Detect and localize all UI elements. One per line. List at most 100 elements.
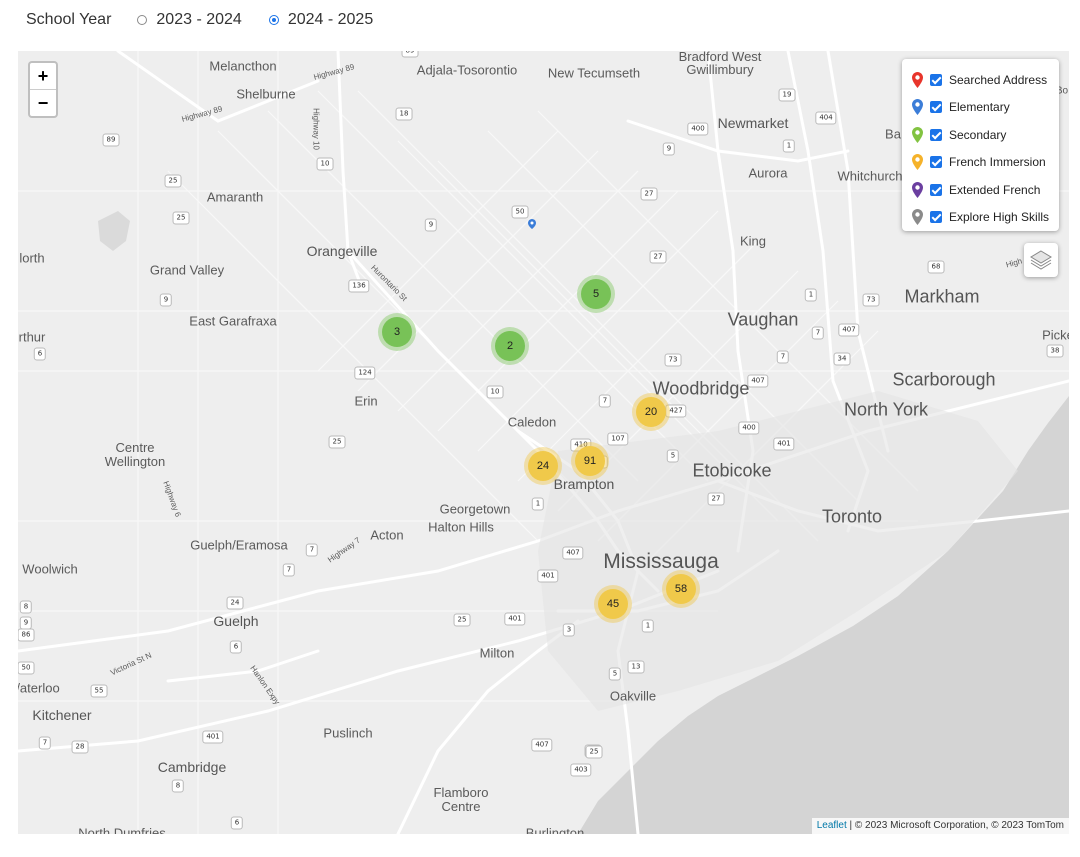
- leaflet-link[interactable]: Leaflet: [817, 820, 847, 831]
- city-label-cambridge: Cambridge: [157, 759, 227, 775]
- year-option-label: 2024 - 2025: [287, 11, 374, 28]
- extended-french-checkbox[interactable]: [930, 183, 942, 196]
- highway-shield: 13: [627, 660, 645, 674]
- city-label-north-york: North York: [843, 399, 929, 420]
- highway-shield: 50: [18, 661, 35, 675]
- city-label-grand-valley: Grand Valley: [149, 262, 225, 278]
- elementary-checkbox[interactable]: [930, 101, 942, 114]
- french-immersion-cluster[interactable]: 24: [524, 447, 562, 485]
- highway-shield: 136: [348, 279, 370, 293]
- french-immersion-cluster[interactable]: 58: [662, 570, 700, 608]
- gray-map-pin-icon: [912, 209, 923, 226]
- highway-shield: 28: [71, 740, 89, 754]
- city-label-woodbridge: Woodbridge: [652, 378, 750, 399]
- searched-address-checkbox[interactable]: [930, 73, 942, 86]
- highway-shield: 5: [666, 449, 680, 463]
- year-option-2024-2025[interactable]: 2024 - 2025: [268, 11, 374, 29]
- year-radio-2023-2024[interactable]: [137, 15, 148, 25]
- highway-shield: 1: [782, 139, 796, 153]
- secondary-checkbox[interactable]: [930, 128, 942, 141]
- city-label-east-garafraxa: East Garafraxa: [189, 313, 277, 329]
- cluster-count: 2: [495, 331, 525, 361]
- legend-item-explore-high-skills[interactable]: Explore High Skills: [912, 204, 1059, 232]
- yellow-map-pin-icon: [912, 154, 923, 171]
- city-label-north: lorth: [19, 250, 45, 266]
- highway-shield: 3: [562, 623, 576, 637]
- highway-shield: 401: [202, 730, 224, 744]
- red-map-pin-icon: [912, 71, 923, 88]
- green-map-pin-icon: [912, 126, 923, 143]
- city-label-aurora: Aurora: [748, 165, 788, 181]
- legend-item-searched-address[interactable]: Searched Address: [912, 66, 1059, 94]
- highway-shield: 19: [778, 88, 796, 102]
- city-label-north-dumfries: North Dumfries: [78, 825, 166, 835]
- highway-shield: 25: [585, 745, 603, 759]
- elementary-school-pin[interactable]: [528, 219, 536, 229]
- french-immersion-cluster[interactable]: 91: [571, 442, 609, 480]
- school-map[interactable]: Melancthon Shelburne Adjala-Tosorontio N…: [18, 51, 1069, 834]
- highway-shield: 50: [511, 205, 529, 219]
- city-label-adjala-tosorontio: Adjala-Tosorontio: [416, 62, 518, 78]
- city-label-etobicoke: Etobicoke: [692, 460, 772, 481]
- city-label-king: King: [739, 233, 767, 249]
- city-label-whitchurch: Whitchurch: [837, 168, 903, 184]
- year-option-2023-2024[interactable]: 2023 - 2024: [137, 11, 242, 29]
- city-label-bradford-west-gwillimbury: Bradford West Gwillimbury: [678, 51, 762, 77]
- highway-shield: 34: [833, 352, 851, 366]
- legend-item-french-immersion[interactable]: French Immersion: [912, 149, 1059, 177]
- highway-shield: 404: [815, 111, 837, 125]
- legend-item-elementary[interactable]: Elementary: [912, 94, 1059, 122]
- highway-shield: 407: [838, 323, 860, 337]
- zoom-in-button[interactable]: +: [30, 63, 56, 89]
- french-immersion-checkbox[interactable]: [930, 156, 942, 169]
- highway-shield: 89: [102, 133, 120, 147]
- highway-shield: 55: [90, 684, 108, 698]
- city-label-arthur: rthur: [18, 329, 46, 345]
- highway-shield: 407: [747, 374, 769, 388]
- secondary-school-cluster[interactable]: 2: [491, 327, 529, 365]
- highway-shield: 7: [598, 394, 612, 408]
- city-label-scarborough: Scarborough: [892, 369, 996, 390]
- highway-shield: 401: [537, 569, 559, 583]
- highway-shield: 1: [804, 288, 818, 302]
- zoom-control: + −: [28, 61, 58, 118]
- french-immersion-cluster[interactable]: 45: [594, 585, 632, 623]
- highway-shield: 73: [862, 293, 880, 307]
- highway-shield: 124: [354, 366, 376, 380]
- secondary-school-cluster[interactable]: 3: [378, 313, 416, 351]
- cluster-count: 3: [382, 317, 412, 347]
- legend-label: Extended French: [949, 182, 1041, 197]
- year-option-label: 2023 - 2024: [156, 11, 242, 28]
- cluster-count: 24: [528, 451, 558, 481]
- highway-shield: 1: [641, 619, 655, 633]
- highway-shield: 27: [640, 187, 658, 201]
- explore-high-skills-checkbox[interactable]: [930, 211, 942, 224]
- year-radio-2024-2025[interactable]: [268, 15, 279, 25]
- cluster-count: 45: [598, 589, 628, 619]
- city-label-vaughan: Vaughan: [727, 309, 799, 330]
- city-label-georgetown: Georgetown: [439, 501, 511, 517]
- city-label-newmarket: Newmarket: [717, 115, 789, 131]
- highway-shield: 1: [531, 497, 545, 511]
- zoom-out-button[interactable]: −: [30, 89, 56, 116]
- cluster-count: 5: [581, 279, 611, 309]
- highway-shield: 7: [38, 736, 52, 750]
- city-label-guelph: Guelph: [213, 613, 259, 629]
- highway-shield: 25: [164, 174, 182, 188]
- legend-item-extended-french[interactable]: Extended French: [912, 176, 1059, 204]
- highway-shield: 403: [570, 763, 592, 777]
- city-label-toronto: Toronto: [821, 506, 883, 527]
- attribution-text: © 2023 Microsoft Corporation, © 2023 Tom…: [854, 820, 1064, 831]
- layers-control-button[interactable]: [1024, 243, 1058, 277]
- city-label-woolwich: Woolwich: [22, 561, 78, 577]
- legend-item-secondary[interactable]: Secondary: [912, 121, 1059, 149]
- map-legend: Searched Address Elementary Secondary Fr…: [902, 59, 1059, 231]
- city-label-new-tecumseth: New Tecumseth: [547, 65, 641, 81]
- highway-shield: 5: [608, 667, 622, 681]
- french-immersion-cluster[interactable]: 20: [632, 393, 670, 431]
- highway-shield: 401: [773, 437, 795, 451]
- highway-shield: 401: [504, 612, 526, 626]
- secondary-school-cluster[interactable]: 5: [577, 275, 615, 313]
- highway-shield: 24: [226, 596, 244, 610]
- legend-label: Explore High Skills: [949, 210, 1050, 225]
